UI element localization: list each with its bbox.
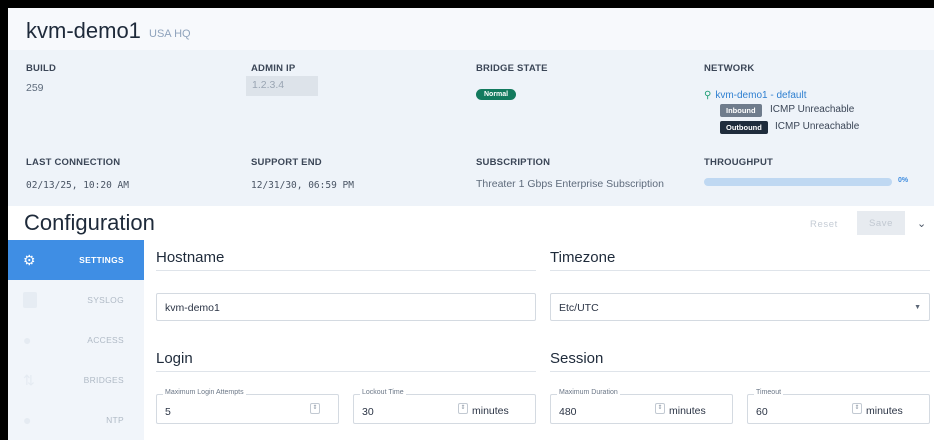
build-value: 259 xyxy=(26,82,44,94)
hostname-input[interactable]: kvm-demo1 xyxy=(156,293,536,321)
app-window: kvm-demo1 USA HQ BUILD 259 ADMIN IP 1.2.… xyxy=(8,8,934,440)
network-link[interactable]: ⚲ kvm-demo1 - default xyxy=(704,90,806,101)
chevron-down-icon[interactable]: ⌄ xyxy=(917,217,926,230)
timezone-divider xyxy=(550,270,930,271)
save-button[interactable]: Save xyxy=(857,211,905,235)
support-end-label: SUPPORT END xyxy=(251,157,322,168)
hostname-heading: Hostname xyxy=(156,249,225,266)
timeout-value: 60 xyxy=(756,406,768,418)
lockout-time-unit: minutes xyxy=(472,405,509,417)
subscription-value: Threater 1 Gbps Enterprise Subscription xyxy=(476,178,664,190)
max-login-attempts-value: 5 xyxy=(165,406,171,418)
last-connection-value: 02/13/25, 10:20 AM xyxy=(26,180,129,191)
stepper-icon[interactable]: ⇕ xyxy=(655,403,665,414)
sidebar-item-label: BRIDGES xyxy=(83,375,124,385)
max-login-attempts-field[interactable]: Maximum Login Attempts 5 ⇕ xyxy=(156,389,339,424)
sidebar-item-label: ACCESS xyxy=(87,335,124,345)
inbound-badge: Inbound xyxy=(720,104,762,117)
sidebar-item-syslog[interactable]: SYSLOG xyxy=(8,280,144,320)
sidebar-item-label: NTP xyxy=(106,415,124,425)
timezone-select[interactable]: Etc/UTC ▼ xyxy=(550,293,930,321)
max-duration-label: Maximum Duration xyxy=(557,389,620,396)
session-divider xyxy=(550,371,930,372)
sidebar-item-bridges[interactable]: ⇅ BRIDGES xyxy=(8,360,144,400)
network-label: NETWORK xyxy=(704,63,755,74)
lockout-time-value: 30 xyxy=(362,406,374,418)
caret-down-icon: ▼ xyxy=(914,304,921,311)
site-label: USA HQ xyxy=(149,28,191,40)
timeout-unit: minutes xyxy=(866,405,903,417)
network-pin-icon: ⚲ xyxy=(704,90,712,101)
timezone-value: Etc/UTC xyxy=(559,302,599,314)
last-connection-label: LAST CONNECTION xyxy=(26,157,121,168)
sidebar-item-settings[interactable]: ⚙ SETTINGS xyxy=(8,240,144,280)
max-login-attempts-label: Maximum Login Attempts xyxy=(163,389,246,396)
build-label: BUILD xyxy=(26,63,57,74)
throughput-label: THROUGHPUT xyxy=(704,157,774,168)
sidebar-item-label: SETTINGS xyxy=(79,255,124,265)
device-summary-panel: kvm-demo1 USA HQ BUILD 259 ADMIN IP 1.2.… xyxy=(8,8,934,206)
timeout-field[interactable]: Timeout 60 ⇕ minutes xyxy=(747,389,930,424)
bridge-state-label: BRIDGE STATE xyxy=(476,63,548,74)
clock-icon: ● xyxy=(23,412,32,428)
login-heading: Login xyxy=(156,350,193,367)
admin-ip-value: 1.2.3.4 xyxy=(246,76,318,96)
hostname-divider xyxy=(156,270,536,271)
max-duration-field[interactable]: Maximum Duration 480 ⇕ minutes xyxy=(550,389,733,424)
bridge-state-badge: Normal xyxy=(476,89,517,100)
title-row: kvm-demo1 USA HQ xyxy=(8,8,934,50)
sidebar-item-ntp[interactable]: ● NTP xyxy=(8,400,144,440)
bridge-icon: ⇅ xyxy=(23,372,35,388)
support-end-value: 12/31/30, 06:59 PM xyxy=(251,180,354,191)
users-icon: ● xyxy=(23,332,32,348)
sidebar-item-label: SYSLOG xyxy=(87,295,124,305)
admin-ip-label: ADMIN IP xyxy=(251,63,296,74)
stepper-icon[interactable]: ⇕ xyxy=(310,403,320,414)
max-duration-unit: minutes xyxy=(669,405,706,417)
document-icon xyxy=(23,292,37,308)
page-title: kvm-demo1 xyxy=(26,18,141,43)
login-divider xyxy=(156,371,536,372)
throughput-percent: 0% xyxy=(898,177,909,184)
network-link-text: kvm-demo1 - default xyxy=(715,90,807,101)
timeout-label: Timeout xyxy=(754,389,784,396)
outbound-status: ICMP Unreachable xyxy=(775,121,860,132)
lockout-time-label: Lockout Time xyxy=(360,389,406,396)
outbound-badge: Outbound xyxy=(720,121,768,134)
lockout-time-field[interactable]: Lockout Time 30 ⇕ minutes xyxy=(353,389,536,424)
max-duration-value: 480 xyxy=(559,406,577,418)
session-heading: Session xyxy=(550,350,604,367)
timezone-heading: Timezone xyxy=(550,249,616,266)
sidebar-item-access[interactable]: ● ACCESS xyxy=(8,320,144,360)
reset-button[interactable]: Reset xyxy=(810,219,838,230)
inbound-status: ICMP Unreachable xyxy=(770,104,855,115)
config-sidebar: ⚙ SETTINGS SYSLOG ● ACCESS ⇅ BRIDGES ● N… xyxy=(8,240,144,440)
gear-icon: ⚙ xyxy=(23,252,36,268)
subscription-label: SUBSCRIPTION xyxy=(476,157,551,168)
configuration-heading: Configuration xyxy=(24,210,155,235)
throughput-bar xyxy=(704,178,892,186)
stepper-icon[interactable]: ⇕ xyxy=(852,403,862,414)
hostname-value: kvm-demo1 xyxy=(165,302,220,314)
stepper-icon[interactable]: ⇕ xyxy=(458,403,468,414)
